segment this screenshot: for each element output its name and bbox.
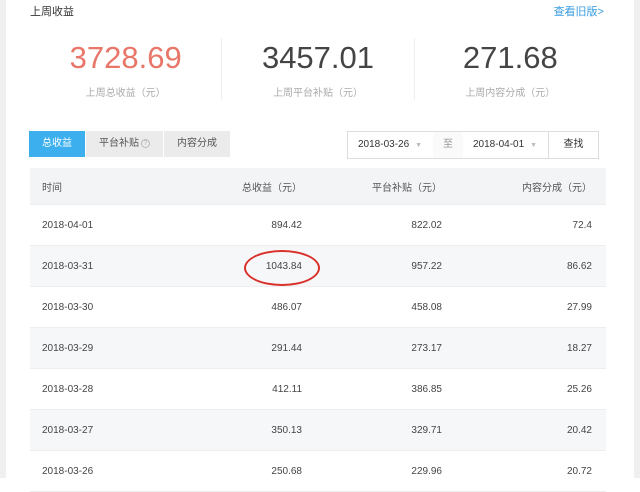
table-row: 2018-04-01 894.42 822.02 72.4 xyxy=(30,205,606,246)
caret-down-icon: ▼ xyxy=(530,142,538,149)
highlight-circle: 1043.84 xyxy=(265,260,302,272)
table-row: 2018-03-29 291.44 273.17 18.27 xyxy=(30,328,606,369)
stat-value: 3457.01 xyxy=(261,40,375,75)
stat-label: 上周总收益（元） xyxy=(85,88,166,99)
table-cell: 250.68 xyxy=(271,465,302,477)
tab-content-share[interactable]: 内容分成 xyxy=(164,131,230,157)
column-header: 平台补贴（元） xyxy=(372,182,442,194)
table-cell: 20.42 xyxy=(566,424,592,436)
tab-bar: 总收益 平台补贴? 内容分成 xyxy=(29,131,231,157)
earnings-table: 时间 总收益（元） 平台补贴（元） 内容分成（元） 2018-04-01 894.… xyxy=(30,168,606,492)
stat-subsidy: 3457.01 上周平台补贴（元） xyxy=(222,38,415,100)
stat-content-share: 271.68 上周内容分成（元） xyxy=(415,38,606,100)
table-cell: 273.17 xyxy=(411,342,442,354)
table-cell: 350.13 xyxy=(271,424,302,436)
table-cell: 894.42 xyxy=(271,219,302,231)
left-border xyxy=(0,0,6,478)
table-cell: 458.08 xyxy=(411,301,442,313)
column-header: 总收益（元） xyxy=(242,182,302,194)
stat-label: 上周内容分成（元） xyxy=(465,88,556,99)
stat-total: 3728.69 上周总收益（元） xyxy=(30,38,223,100)
table-cell: 291.44 xyxy=(271,342,302,354)
table-cell: 2018-03-28 xyxy=(42,383,94,395)
table-cell: 229.96 xyxy=(411,465,442,477)
stat-value: 3728.69 xyxy=(69,40,182,75)
tab-total[interactable]: 总收益 xyxy=(29,131,85,157)
date-filter: 2018-03-26 ▼ 至 2018-04-01 ▼ 查找 xyxy=(347,131,599,159)
stat-value: 271.68 xyxy=(462,40,558,75)
section-title: 上周收益 xyxy=(30,6,74,18)
tab-subsidy[interactable]: 平台补贴? xyxy=(86,131,163,157)
table-cell: 822.02 xyxy=(411,219,442,231)
end-date: 2018-04-01 xyxy=(473,139,525,150)
table-row: 2018-03-28 412.11 386.85 25.26 xyxy=(30,369,606,410)
stats-panel: 3728.69 上周总收益（元） 3457.01 上周平台补贴（元） 271.68 上… xyxy=(30,38,606,100)
table-cell: 18.27 xyxy=(566,342,592,354)
table-cell: 2018-03-26 xyxy=(42,465,94,477)
search-button[interactable]: 查找 xyxy=(548,132,598,158)
table-row: 2018-03-27 350.13 329.71 20.42 xyxy=(30,410,606,451)
tab-label: 平台补贴 xyxy=(99,138,139,149)
table-cell: 86.62 xyxy=(566,260,592,272)
table-cell: 386.85 xyxy=(411,383,442,395)
table-row: 2018-03-31 1043.84 957.22 86.62 xyxy=(30,246,606,287)
stat-label: 上周平台补贴（元） xyxy=(272,88,363,99)
column-header: 时间 xyxy=(42,182,62,194)
table-cell: 2018-03-29 xyxy=(42,342,94,354)
table-cell: 2018-03-31 xyxy=(42,260,94,272)
end-date-picker[interactable]: 2018-04-01 ▼ xyxy=(463,132,548,158)
table-cell: 27.99 xyxy=(566,301,592,313)
table-cell: 2018-03-27 xyxy=(42,424,94,436)
table-cell: 2018-04-01 xyxy=(42,219,94,231)
start-date: 2018-03-26 xyxy=(358,139,410,150)
date-separator: 至 xyxy=(433,132,463,158)
table-row: 2018-03-26 250.68 229.96 20.72 xyxy=(30,451,606,492)
caret-down-icon: ▼ xyxy=(415,142,423,149)
table-header: 时间 总收益（元） 平台补贴（元） 内容分成（元） xyxy=(30,168,606,205)
table-cell: 2018-03-30 xyxy=(42,301,94,313)
table-cell: 25.26 xyxy=(566,383,592,395)
view-old-version-link[interactable]: 查看旧版> xyxy=(554,3,604,19)
table-row: 2018-03-30 486.07 458.08 27.99 xyxy=(30,287,606,328)
table-cell: 412.11 xyxy=(272,383,302,395)
table-cell: 20.72 xyxy=(566,465,592,477)
start-date-picker[interactable]: 2018-03-26 ▼ xyxy=(348,132,433,158)
table-cell: 486.07 xyxy=(271,301,302,313)
table-cell: 957.22 xyxy=(411,260,442,272)
right-border xyxy=(634,0,640,478)
table-cell: 1043.84 xyxy=(170,261,302,272)
column-header: 内容分成（元） xyxy=(522,182,592,194)
table-cell: 329.71 xyxy=(411,424,442,436)
help-icon[interactable]: ? xyxy=(141,139,150,148)
table-cell: 72.4 xyxy=(572,219,592,231)
